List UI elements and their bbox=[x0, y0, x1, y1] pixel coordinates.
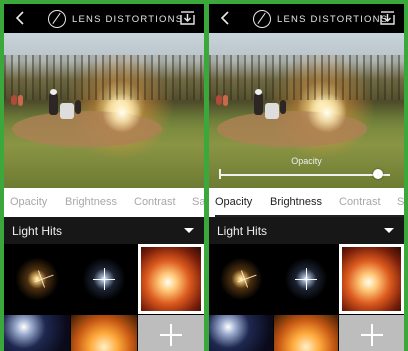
tab-contrast[interactable]: Contrast bbox=[134, 196, 176, 208]
app-title: LENS DISTORTIONS bbox=[72, 13, 184, 25]
download-icon[interactable] bbox=[180, 10, 195, 26]
chevron-down-icon bbox=[184, 228, 194, 233]
photo-figure bbox=[255, 89, 262, 95]
photo-figure bbox=[265, 103, 279, 119]
effect-thumbnail[interactable] bbox=[4, 244, 70, 314]
opacity-slider-panel: Opacity bbox=[209, 154, 404, 188]
effect-grid bbox=[4, 244, 204, 351]
effect-thumbnail[interactable] bbox=[274, 315, 338, 351]
add-effect-button[interactable] bbox=[339, 315, 404, 351]
light-flare bbox=[307, 93, 347, 133]
effect-grid bbox=[209, 244, 404, 351]
top-bar: LENS DISTORTIONS bbox=[209, 4, 404, 33]
effect-thumbnail[interactable] bbox=[4, 315, 70, 351]
tab-contrast[interactable]: Contrast bbox=[339, 196, 381, 208]
photo-figure bbox=[75, 100, 81, 114]
download-icon[interactable] bbox=[380, 10, 395, 26]
photo-figure bbox=[216, 95, 222, 105]
lens-logo-icon bbox=[253, 10, 271, 28]
lens-logo-icon bbox=[48, 10, 66, 28]
photo-figure bbox=[223, 95, 228, 106]
effect-thumbnail-selected[interactable] bbox=[138, 244, 204, 314]
category-label: Light Hits bbox=[12, 224, 63, 238]
screen-left: LENS DISTORTIONS Opacity Brightness Cont… bbox=[4, 4, 204, 351]
photo-figure bbox=[254, 93, 263, 115]
edited-photo[interactable] bbox=[4, 33, 204, 188]
light-flare bbox=[102, 93, 142, 133]
photo-figure bbox=[60, 103, 74, 119]
adjustment-tabs: Opacity Brightness Contrast Sa bbox=[4, 188, 204, 217]
photo-figure bbox=[18, 95, 23, 106]
chevron-down-icon bbox=[384, 228, 394, 233]
category-label: Light Hits bbox=[217, 224, 268, 238]
photo-figure bbox=[50, 89, 57, 95]
effect-thumbnail[interactable] bbox=[209, 244, 273, 314]
tab-saturation[interactable]: Sa bbox=[397, 196, 404, 208]
photo-figure bbox=[11, 95, 17, 105]
photo-figure bbox=[280, 100, 286, 114]
tab-opacity[interactable]: Opacity bbox=[215, 196, 252, 208]
chevron-left-icon[interactable] bbox=[218, 10, 234, 26]
plus-icon bbox=[160, 324, 182, 346]
top-bar: LENS DISTORTIONS bbox=[4, 4, 204, 33]
tab-brightness[interactable]: Brightness bbox=[270, 196, 322, 208]
opacity-slider-thumb[interactable] bbox=[373, 169, 384, 179]
photo-trees bbox=[4, 55, 204, 100]
slider-label: Opacity bbox=[291, 156, 322, 166]
app-title: LENS DISTORTIONS bbox=[277, 13, 389, 25]
photo-trees bbox=[209, 55, 404, 100]
edited-photo[interactable]: Opacity bbox=[209, 33, 404, 188]
effect-thumbnail[interactable] bbox=[71, 244, 137, 314]
photo-figure bbox=[49, 93, 58, 115]
effect-thumbnail[interactable] bbox=[209, 315, 273, 351]
category-dropdown[interactable]: Light Hits bbox=[4, 217, 204, 244]
effect-thumbnail[interactable] bbox=[71, 315, 137, 351]
adjustment-tabs: Opacity Brightness Contrast Sa bbox=[209, 188, 404, 217]
category-dropdown[interactable]: Light Hits bbox=[209, 217, 404, 244]
opacity-slider-track[interactable] bbox=[219, 174, 390, 176]
app-title-group: LENS DISTORTIONS bbox=[48, 8, 183, 30]
chevron-left-icon[interactable] bbox=[13, 10, 29, 26]
tab-brightness[interactable]: Brightness bbox=[65, 196, 117, 208]
add-effect-button[interactable] bbox=[138, 315, 204, 351]
tab-opacity[interactable]: Opacity bbox=[10, 196, 47, 208]
effect-thumbnail[interactable] bbox=[274, 244, 338, 314]
tab-saturation[interactable]: Sa bbox=[192, 196, 204, 208]
screen-right: LENS DISTORTIONS Opacity Opacity Brightn… bbox=[209, 4, 404, 351]
plus-icon bbox=[360, 324, 383, 346]
effect-thumbnail-selected[interactable] bbox=[339, 244, 404, 314]
app-title-group: LENS DISTORTIONS bbox=[253, 8, 388, 30]
